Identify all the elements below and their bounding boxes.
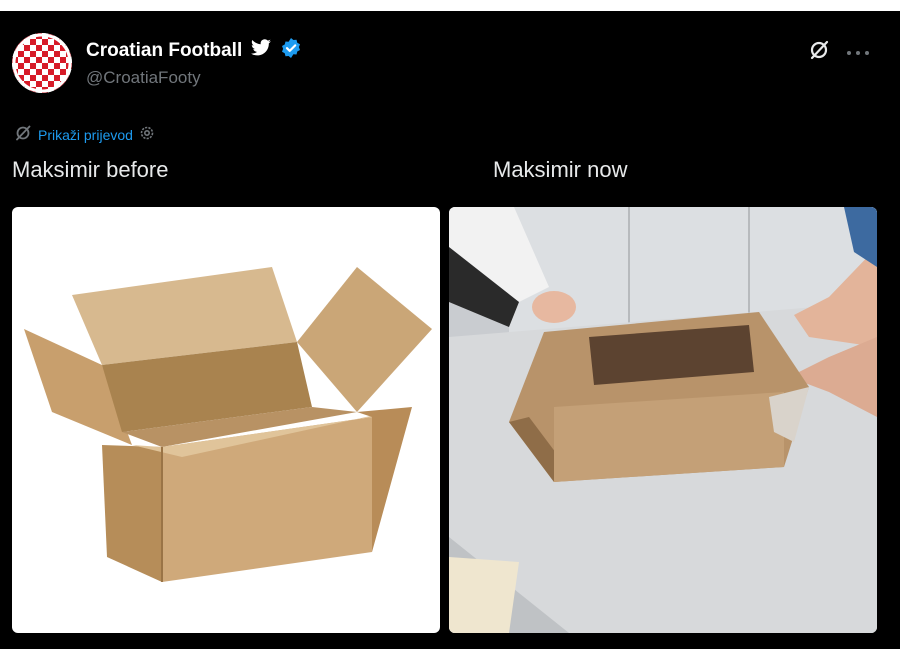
grok-icon[interactable] — [808, 39, 830, 66]
tweet-image-before[interactable] — [12, 207, 440, 633]
croatia-checkerboard-icon — [12, 33, 72, 93]
gear-icon[interactable] — [139, 125, 155, 144]
tweet-image-now[interactable] — [449, 207, 877, 633]
caption-right: Maksimir now — [493, 157, 628, 182]
caption-left: Maksimir before — [12, 157, 169, 182]
avatar[interactable] — [12, 33, 72, 93]
tweet-card: Croatian Football @CroatiaFooty Prikaži … — [0, 11, 900, 649]
name-row: Croatian Football — [86, 37, 302, 64]
translate-link[interactable]: Prikaži prijevod — [38, 127, 133, 143]
tweet-actions — [808, 39, 870, 66]
verified-badge-icon — [280, 37, 302, 64]
flattened-cardboard-box-icon — [449, 207, 877, 633]
twitter-bird-icon — [250, 39, 272, 62]
screenshot-frame: Croatian Football @CroatiaFooty Prikaži … — [0, 0, 900, 649]
display-name[interactable]: Croatian Football — [86, 40, 242, 62]
more-options-icon[interactable] — [846, 44, 870, 62]
grok-small-icon — [14, 124, 32, 145]
handle[interactable]: @CroatiaFooty — [86, 68, 201, 88]
translate-row: Prikaži prijevod — [14, 124, 155, 145]
open-cardboard-box-icon — [24, 267, 432, 582]
